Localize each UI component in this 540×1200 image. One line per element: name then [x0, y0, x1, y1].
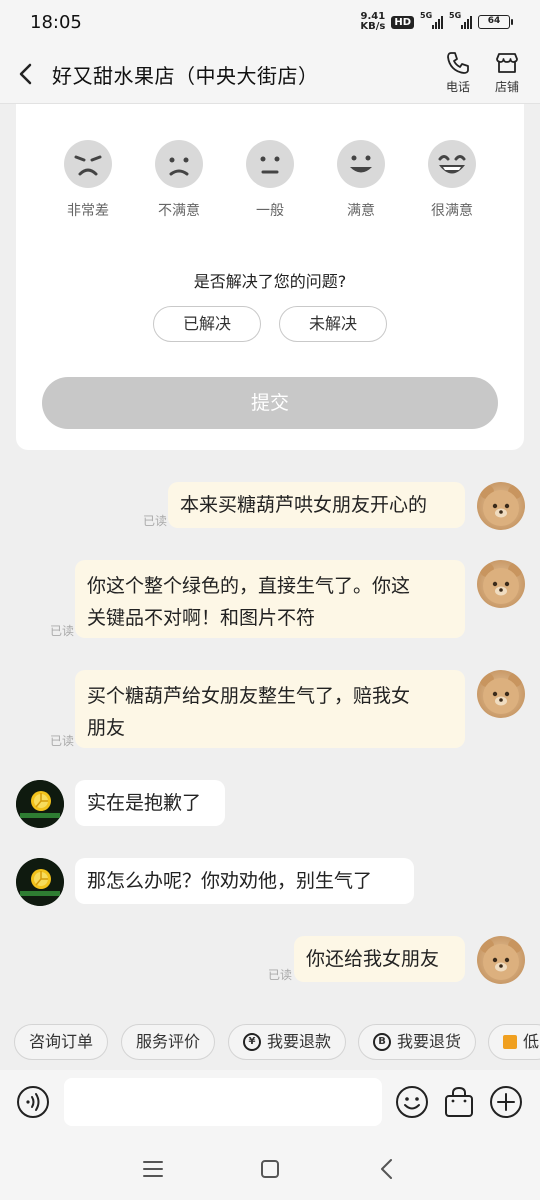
satisfied-face-icon: [337, 140, 385, 188]
message-bubble-sent[interactable]: 你这个整个绿色的，直接生气了。你这 关键品不对啊！和图片不符: [75, 560, 465, 638]
message-bubble-sent[interactable]: 你还给我女朋友: [294, 936, 465, 982]
rating-satisfied[interactable]: 满意: [331, 140, 391, 220]
hd-icon: HD: [391, 15, 414, 29]
return-icon: B: [373, 1033, 391, 1051]
phone-icon: [447, 52, 469, 74]
resolve-question: 是否解决了您的问题?: [193, 272, 347, 291]
chip-more[interactable]: 低: [488, 1024, 540, 1060]
chip-service-review[interactable]: 服务评价: [121, 1024, 216, 1060]
signal-icon-2: 5G: [449, 11, 472, 29]
status-bar: 18:05 9.41 KB/s HD 5G 5G 64: [0, 0, 540, 44]
input-bar: [0, 1070, 540, 1138]
very-bad-face-icon: [64, 140, 112, 188]
message-bubble-received[interactable]: 那怎么办呢？你劝劝他，别生气了: [75, 858, 414, 904]
system-nav-bar: [0, 1138, 540, 1200]
resolved-button[interactable]: 已解决: [153, 306, 261, 342]
rating-very-bad[interactable]: 非常差: [58, 140, 118, 220]
page-title: 好又甜水果店（中央大街店）: [52, 64, 319, 88]
read-receipt: 已读: [50, 734, 75, 748]
menu-icon: [143, 1161, 163, 1177]
phone-button[interactable]: 电话: [438, 50, 478, 95]
user-avatar[interactable]: [477, 670, 525, 718]
status-time: 18:05: [30, 12, 82, 33]
back-triangle-icon: [381, 1159, 392, 1179]
shop-avatar[interactable]: [16, 858, 64, 906]
emoji-button[interactable]: [395, 1085, 429, 1119]
read-receipt: 已读: [268, 968, 293, 982]
battery-icon: 64: [478, 15, 513, 29]
rating-label: 一般: [256, 203, 284, 219]
coupon-icon: [503, 1035, 517, 1049]
chip-refund[interactable]: ¥ 我要退款: [228, 1024, 347, 1060]
submit-button[interactable]: 提交: [42, 377, 498, 429]
rating-card: 非常差 不满意 一般 满意 很满意 是否解决了您的问题? 已解决 未解决 提交: [16, 104, 524, 450]
rating-unsatisfied[interactable]: 不满意: [149, 140, 209, 220]
chip-inquire-order[interactable]: 咨询订单: [14, 1024, 109, 1060]
very-satisfied-face-icon: [428, 140, 476, 188]
back-nav-button[interactable]: [372, 1154, 402, 1184]
phone-label: 电话: [445, 80, 470, 94]
rating-label: 满意: [347, 203, 375, 219]
chip-return[interactable]: B 我要退货: [358, 1024, 477, 1060]
message-input[interactable]: [64, 1078, 382, 1126]
voice-button[interactable]: [16, 1085, 50, 1119]
status-icons: 9.41 KB/s HD 5G 5G 64: [360, 10, 513, 34]
rating-very-satisfied[interactable]: 很满意: [422, 140, 482, 220]
rating-label: 很满意: [431, 203, 473, 219]
quick-action-bar: 咨询订单 服务评价 ¥ 我要退款 B 我要退货 低: [0, 1014, 540, 1070]
home-square-icon: [261, 1160, 279, 1178]
neutral-face-icon: [246, 140, 294, 188]
unresolved-button[interactable]: 未解决: [279, 306, 387, 342]
network-speed: 9.41 KB/s: [360, 11, 386, 32]
user-avatar[interactable]: [477, 482, 525, 530]
add-button[interactable]: [489, 1085, 523, 1119]
rating-neutral[interactable]: 一般: [240, 140, 300, 220]
yen-icon: ¥: [243, 1033, 261, 1051]
shopping-bag-icon: [445, 1086, 473, 1117]
message-bubble-sent[interactable]: 买个糖葫芦给女朋友整生气了，赔我女 朋友: [75, 670, 465, 748]
product-bag-button[interactable]: [442, 1085, 476, 1119]
chat-header: 好又甜水果店（中央大街店） 电话 店铺: [0, 44, 540, 104]
shop-avatar[interactable]: [16, 780, 64, 828]
unsatisfied-face-icon: [155, 140, 203, 188]
store-button[interactable]: 店铺: [487, 50, 527, 95]
store-icon: [496, 53, 518, 73]
rating-label: 非常差: [67, 203, 109, 219]
home-nav-button[interactable]: [255, 1154, 285, 1184]
read-receipt: 已读: [143, 514, 168, 528]
signal-icon: 5G: [420, 11, 443, 29]
message-bubble-sent[interactable]: 本来买糖葫芦哄女朋友开心的: [168, 482, 465, 528]
back-arrow-icon[interactable]: [14, 60, 38, 88]
user-avatar[interactable]: [477, 936, 525, 984]
menu-nav-button[interactable]: [138, 1154, 168, 1184]
emoji-icon: [396, 1086, 428, 1118]
read-receipt: 已读: [50, 624, 75, 638]
rating-label: 不满意: [158, 203, 200, 219]
user-avatar[interactable]: [477, 560, 525, 608]
message-bubble-received[interactable]: 实在是抱歉了: [75, 780, 225, 826]
plus-icon: [490, 1086, 522, 1118]
store-label: 店铺: [494, 80, 519, 94]
voice-icon: [17, 1086, 49, 1118]
